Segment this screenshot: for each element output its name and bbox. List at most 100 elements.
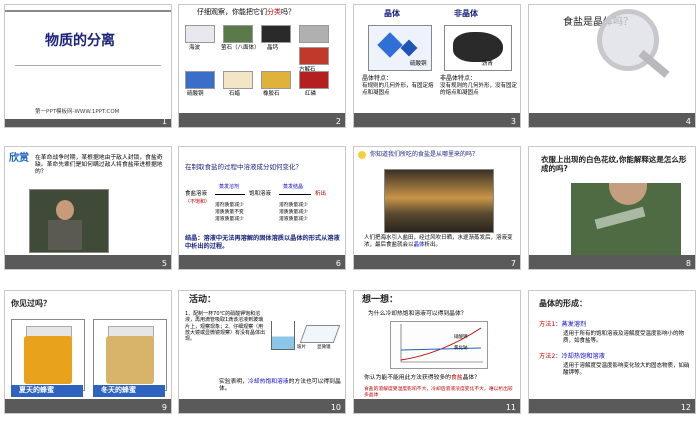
slide-number: 9 xyxy=(161,403,167,412)
slide-thumbnail-4[interactable]: 食盐是晶体吗？ 4 xyxy=(528,4,696,128)
crystallization-definition: 结晶：溶液中无法再溶解的固体溶质以晶体的形式从溶液中析出的过程。 xyxy=(185,235,340,250)
slide-question: 你知道我们所吃的食盐是从哪里来的吗？ xyxy=(370,151,479,158)
arrow-crystallize-label: 蒸发结晶 xyxy=(283,184,304,190)
slide-thumbnail-6[interactable]: 在制取食盐的过程中溶液成分如何变化？ 食盐溶液 （不饱和） 蒸发溶剂 饱和溶液 … xyxy=(178,146,346,270)
crystal-feature-title: 晶体特点： xyxy=(362,75,393,82)
activity-conclusion: 实验表明，冷却热饱和溶液的方法也可以得到晶体。 xyxy=(219,379,341,393)
winter-honey-label: 冬天的蜂蜜 xyxy=(101,386,136,394)
slide-number: 3 xyxy=(510,117,516,126)
slide-number: 6 xyxy=(335,259,341,268)
slide-question: 你见过吗？ xyxy=(11,299,51,308)
slide-thumbnail-8[interactable]: 衣服上出现的白色花纹,你能解释这是怎么形成的吗? 8 xyxy=(528,146,696,270)
slide-number: 7 xyxy=(510,259,516,268)
slide-footer-bar xyxy=(529,399,695,413)
stage-unsaturated: 食盐溶液 xyxy=(185,191,208,197)
stage-unsaturated-note: （不饱和） xyxy=(185,199,211,205)
slide-title: 物质的分离 xyxy=(45,33,115,49)
salt-field-photo xyxy=(384,169,494,233)
winter-honey-image xyxy=(93,319,167,391)
change-row: 溶剂质量减少 xyxy=(215,203,244,208)
arrow xyxy=(215,194,245,195)
uniform-photo xyxy=(571,183,681,255)
amorphous-title: 非晶体 xyxy=(454,9,478,18)
change-row: 溶质质量不变 xyxy=(215,210,244,215)
decor-line xyxy=(5,10,171,12)
slide-question: 在制取食盐的过程中溶液成分如何变化？ xyxy=(185,163,302,171)
method2-description: 适用于溶解度受温度影响变化较大的固态物质，如硝酸钾等。 xyxy=(563,363,690,376)
arrow xyxy=(279,194,311,195)
slide-number: 2 xyxy=(335,117,341,126)
slide-footer-bar xyxy=(5,255,171,269)
slide-number: 10 xyxy=(330,403,341,412)
answer-text: 食盐的溶解度受温度影响不大，冷却后溶液浓度变化不大，难以析出较多晶体 xyxy=(364,387,513,398)
specimen-image xyxy=(223,71,253,89)
slide-footer-bar xyxy=(179,399,345,413)
slide-footer-bar xyxy=(354,113,520,127)
second-question: 你认为能不能用此方法获得较多的食盐晶体？ xyxy=(364,375,480,381)
specimen-image xyxy=(185,25,215,43)
solubility-chart xyxy=(390,321,488,369)
slide-question: 仔细观察，你能把它们分类吗？ xyxy=(197,8,295,16)
method2: 方法2：冷却热饱和溶液 xyxy=(539,353,605,360)
slide-thumbnail-2[interactable]: 仔细观察，你能把它们分类吗？ 海波 萤石（八面体） 晶钙 方解石 硫酸铜 石蜡 … xyxy=(178,4,346,128)
change-row: 溶液质量减少 xyxy=(279,217,308,222)
slide-number: 4 xyxy=(685,117,691,126)
figure-label: 玻片 xyxy=(297,345,306,350)
lightbulb-icon xyxy=(358,151,366,159)
slide-thumbnail-12[interactable]: 晶体的形成： 方法1：蒸发溶剂 适用于所有的饱和溶液及溶解度受温度影响小的物质，… xyxy=(528,290,696,414)
specimen-label: 海波 xyxy=(189,45,201,51)
slide-number: 8 xyxy=(685,259,691,268)
slide-heading: 活动： xyxy=(189,295,217,305)
change-row: 溶剂质量减少 xyxy=(279,203,308,208)
arrow-evaporate-label: 蒸发溶剂 xyxy=(219,184,240,190)
slide-number: 11 xyxy=(505,403,516,412)
specimen-label: 红磷 xyxy=(305,91,317,97)
asphalt-label: 沥青 xyxy=(482,61,494,67)
legend-label: 氯化钠 xyxy=(454,346,468,351)
decor-line xyxy=(15,65,161,66)
amorphous-feature-text: 没有规则的几何外形，没有固定的熔点和凝固点 xyxy=(440,83,518,96)
specimen-image xyxy=(261,25,291,43)
slide-paragraph: 在革命战争时期，某根据地由于敌人封锁，食盐奇缺。革命先辈们是如何瞒过敌人将食盐带… xyxy=(35,155,163,176)
change-row: 溶质质量减少 xyxy=(279,210,308,215)
slide-heading: 想一想： xyxy=(362,295,399,305)
crystal-title: 晶体 xyxy=(384,9,400,18)
slide-footer-bar xyxy=(354,399,520,413)
slide-footer-bar xyxy=(179,255,345,269)
slide-thumbnail-5[interactable]: 欣赏 在革命战争时期，某根据地由于敌人封锁，食盐奇缺。革命先辈们是如何瞒过敌人将… xyxy=(4,146,172,270)
summer-honey-image xyxy=(11,319,85,391)
slide-number: 1 xyxy=(161,117,167,126)
slide-heading: 欣赏 xyxy=(9,153,29,164)
method1: 方法1：蒸发溶剂 xyxy=(539,321,587,328)
slide-thumbnail-9[interactable]: 你见过吗？ 夏天的蜂蜜 冬天的蜂蜜 9 xyxy=(4,290,172,414)
beaker-image xyxy=(271,321,295,350)
specimen-image xyxy=(185,71,215,89)
specimen-label: 橡胶石 xyxy=(263,91,280,97)
amorphous-feature-title: 非晶体特点： xyxy=(440,75,477,82)
specimen-label: 萤石（八面体） xyxy=(221,45,260,51)
stage-saturated: 饱和溶液 xyxy=(249,191,272,197)
specimen-label: 晶钙 xyxy=(267,45,279,51)
specimen-label: 硫酸铜 xyxy=(187,91,204,97)
slide-caption: 人们把海水引入盐田，经过风吹日晒，水逐渐蒸发后，溶液变浓，最后食盐就会以晶体析出… xyxy=(364,235,513,248)
slide-footer-bar xyxy=(529,113,695,127)
stage-precipitate: 析出 xyxy=(315,191,327,197)
slide-thumbnail-11[interactable]: 想一想： 为什么冷却热饱和溶液可以得到晶体？ 硝酸钾 氯化钠 你认为能不能用此方… xyxy=(353,290,521,414)
legend-label: 硝酸钾 xyxy=(454,335,468,340)
specimen-image xyxy=(261,71,291,89)
slide-footer-bar xyxy=(5,399,171,413)
slide-question: 为什么冷却热饱和溶液可以得到晶体？ xyxy=(368,311,467,317)
slide-footer-bar xyxy=(529,255,695,269)
method1-description: 适用于所有的饱和溶液及溶解度受温度影响小的物质，如食盐等。 xyxy=(563,331,685,344)
slide-thumbnail-3[interactable]: 晶体 非晶体 硫酸铜 沥青 晶体特点： 有规则的几何外形，有固定熔点和凝固点 非… xyxy=(353,4,521,128)
slide-thumbnail-10[interactable]: 活动： 1、配制一杯70℃的硝酸钾饱和溶液，再用滴管吸取1滴该溶液到玻璃片上，观… xyxy=(178,290,346,414)
specimen-image xyxy=(299,25,329,43)
specimen-image xyxy=(223,25,253,43)
activity-steps: 1、配制一杯70℃的硝酸钾饱和溶液，再用滴管吸取1滴该溶液到玻璃片上，观察现象；… xyxy=(185,311,266,342)
slide-number: 5 xyxy=(161,259,167,268)
slide-footer-bar xyxy=(354,255,520,269)
slide-thumbnail-1[interactable]: 物质的分离 第一PPT模板网-WWW.1PPT.COM 1 xyxy=(4,4,172,128)
slide-number: 12 xyxy=(680,403,691,412)
slide-thumbnail-7[interactable]: 你知道我们所吃的食盐是从哪里来的吗？ 人们把海水引入盐田，经过风吹日晒，水逐渐蒸… xyxy=(353,146,521,270)
specimen-image xyxy=(299,71,329,89)
